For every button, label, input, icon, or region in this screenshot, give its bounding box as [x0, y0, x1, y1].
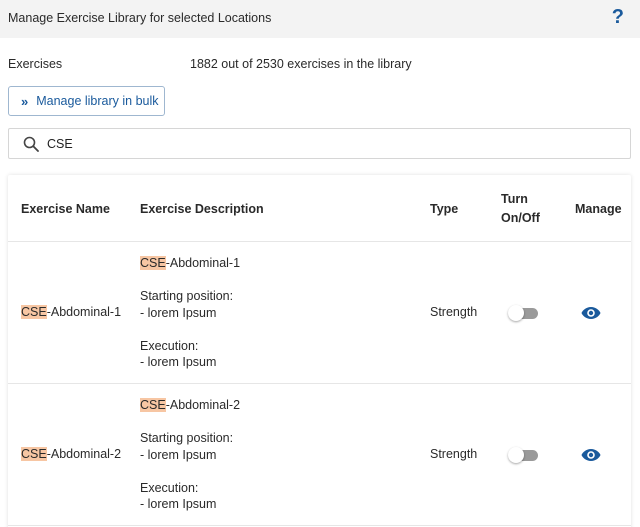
manage-library-bulk-button[interactable]: » Manage library in bulk	[8, 86, 165, 116]
exercise-type-cell: Strength	[430, 305, 478, 319]
exercises-count: 1882 out of 2530 exercises in the librar…	[190, 57, 412, 71]
table-row: CSE-Abdominal-2 CSE-Abdominal-2 Starting…	[8, 384, 631, 526]
row-divider	[8, 525, 631, 526]
search-match-highlight: CSE	[140, 256, 166, 270]
exercises-label: Exercises	[8, 57, 63, 71]
view-eye-icon[interactable]	[581, 306, 601, 320]
starting-position-text: - lorem Ipsum	[140, 305, 217, 320]
exercise-name-rest: -Abdominal-2	[46, 447, 122, 461]
exercise-description-cell: CSE-Abdominal-2 Starting position: - lor…	[140, 397, 240, 513]
column-header-exercise-name[interactable]: Exercise Name	[21, 202, 110, 216]
exercise-name-cell: CSE-Abdominal-1	[21, 304, 121, 321]
help-button[interactable]: ?	[612, 6, 624, 29]
description-title-rest: -Abdominal-1	[165, 256, 241, 270]
search-match-highlight: CSE	[21, 447, 47, 461]
exercise-table: Exercise Name Exercise Description Type …	[8, 175, 631, 527]
search-input[interactable]	[47, 134, 607, 154]
starting-position-label: Starting position:	[140, 289, 234, 303]
search-box	[8, 128, 631, 159]
column-header-manage: Manage	[575, 202, 622, 216]
execution-label: Execution:	[140, 338, 199, 353]
table-row: CSE-Abdominal-1 CSE-Abdominal-1 Starting…	[8, 242, 631, 384]
search-match-highlight: CSE	[140, 398, 166, 412]
view-eye-icon[interactable]	[581, 448, 601, 462]
execution-label: Execution:	[140, 480, 199, 495]
execution-text: - lorem Ipsum	[140, 355, 217, 369]
exercise-enable-toggle[interactable]	[508, 305, 540, 321]
manage-library-bulk-label: Manage library in bulk	[36, 94, 159, 108]
toggle-knob	[508, 305, 524, 321]
page-header: Manage Exercise Library for selected Loc…	[0, 0, 640, 38]
search-match-highlight: CSE	[21, 305, 47, 319]
description-title-rest: -Abdominal-2	[165, 398, 241, 412]
column-header-type[interactable]: Type	[430, 202, 458, 216]
column-header-turn-line1: Turn	[501, 192, 528, 206]
exercise-description-cell: CSE-Abdominal-1 Starting position: - lor…	[140, 255, 240, 371]
column-header-exercise-description: Exercise Description	[140, 202, 264, 216]
exercise-name-rest: -Abdominal-1	[46, 305, 122, 319]
double-chevron-right-icon: »	[21, 93, 28, 109]
page-title: Manage Exercise Library for selected Loc…	[8, 11, 272, 25]
execution-text: - lorem Ipsum	[140, 497, 217, 511]
column-header-turn-on-off: Turn On/Off	[501, 190, 540, 228]
exercise-type-cell: Strength	[430, 447, 478, 461]
toggle-knob	[508, 447, 524, 463]
starting-position-label: Starting position:	[140, 431, 234, 445]
column-header-turn-line2: On/Off	[501, 211, 540, 225]
exercise-name-cell: CSE-Abdominal-2	[21, 446, 121, 463]
starting-position-text: - lorem Ipsum	[140, 447, 217, 462]
search-icon	[23, 136, 39, 152]
exercise-enable-toggle[interactable]	[508, 447, 540, 463]
